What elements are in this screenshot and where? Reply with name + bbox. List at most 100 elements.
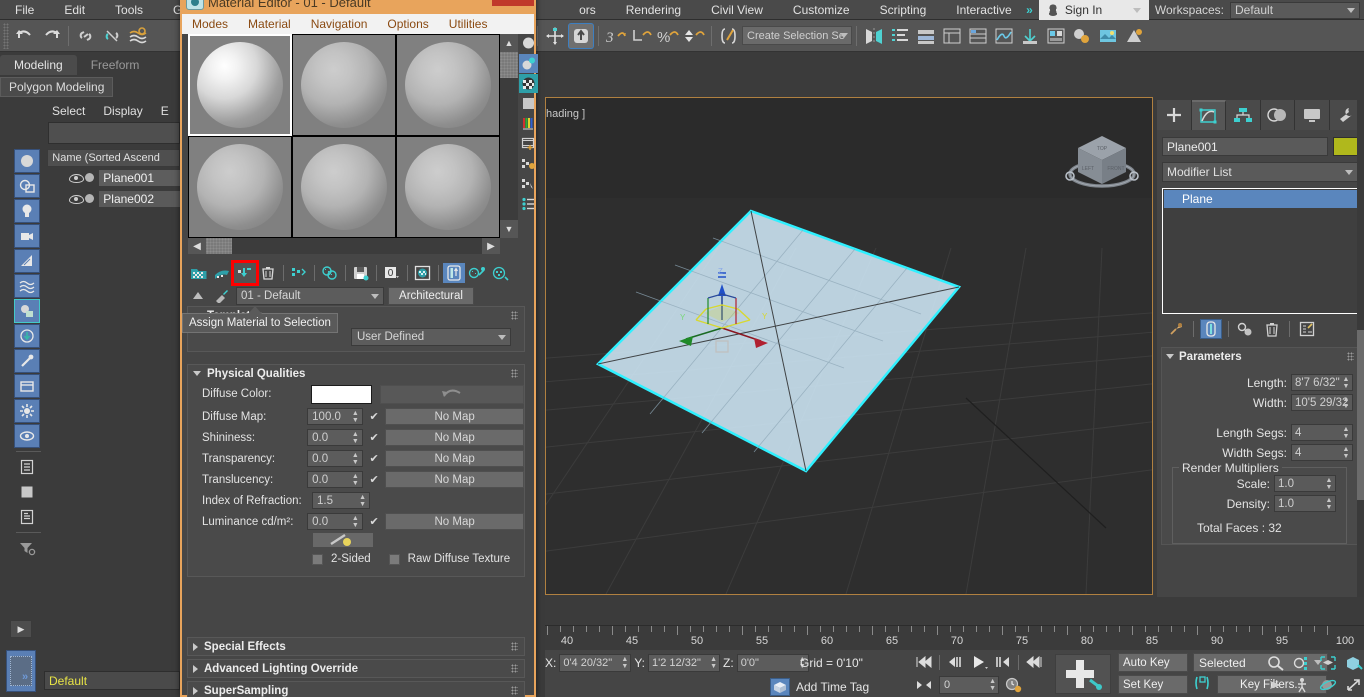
list-item[interactable]: Plane001 bbox=[47, 167, 180, 188]
viewcube[interactable]: TOP LEFT FRONT bbox=[1062, 126, 1142, 198]
spinner-arrows-icon[interactable]: ▲ ▼ bbox=[710, 656, 717, 670]
layers-view-icon[interactable] bbox=[14, 505, 40, 529]
scale-spinner[interactable]: 1.0 ▲ ▼ bbox=[1274, 475, 1336, 492]
list-item[interactable]: Plane002 bbox=[47, 188, 180, 209]
sample-slot-1[interactable] bbox=[188, 34, 292, 136]
angle-snap-toggle-icon[interactable] bbox=[681, 23, 707, 49]
pan-icon[interactable] bbox=[1263, 674, 1289, 696]
physical-qualities-rollup-header[interactable]: Physical Qualities bbox=[188, 365, 524, 382]
remove-modifier-icon[interactable] bbox=[1261, 319, 1283, 339]
modifier-stack-item[interactable]: Plane bbox=[1164, 190, 1357, 208]
menu-file[interactable]: File bbox=[0, 0, 49, 20]
ior-amount[interactable]: 1.5 ▲ ▼ bbox=[312, 492, 370, 509]
spinner-arrows-icon[interactable]: ▲ ▼ bbox=[1325, 477, 1333, 491]
schematic-view-icon[interactable] bbox=[1017, 23, 1043, 49]
set-key-button[interactable] bbox=[1055, 654, 1111, 694]
background-checker-icon[interactable] bbox=[519, 74, 538, 93]
scroll-left-icon[interactable]: ◀ bbox=[188, 238, 206, 254]
make-unique-icon[interactable] bbox=[1235, 319, 1257, 339]
menu-interactive[interactable]: Interactive bbox=[941, 0, 1026, 20]
spinner-arrows-icon[interactable]: ▲ ▼ bbox=[352, 515, 359, 529]
show-end-result-icon[interactable] bbox=[1200, 319, 1222, 339]
helpers-filter-icon[interactable] bbox=[14, 249, 40, 273]
diffuse-map-amount[interactable]: 100.0 ▲ ▼ bbox=[307, 408, 363, 425]
video-color-check-icon[interactable] bbox=[519, 114, 538, 133]
explorer-menu-display[interactable]: Display bbox=[103, 104, 160, 118]
material-effects-channel-icon[interactable]: 0 bbox=[381, 263, 403, 283]
time-configuration-icon[interactable] bbox=[1003, 675, 1025, 695]
reference-coordinate-system-icon[interactable]: 3 bbox=[603, 23, 629, 49]
scroll-up-icon[interactable]: ▲ bbox=[500, 34, 518, 52]
spinner-arrows-icon[interactable]: ▲ ▼ bbox=[989, 678, 996, 692]
material-editor-icon[interactable] bbox=[1069, 23, 1095, 49]
percent-snap-icon[interactable]: % bbox=[655, 23, 681, 49]
auto-key-button[interactable]: Auto Key bbox=[1118, 653, 1188, 672]
funnel-icon[interactable] bbox=[14, 536, 40, 560]
material-editor-titlebar[interactable]: Material Editor - 01 - Default bbox=[182, 0, 534, 14]
modifier-stack[interactable]: Plane bbox=[1162, 188, 1359, 314]
make-preview-icon[interactable] bbox=[519, 134, 538, 153]
shapes-filter-icon[interactable] bbox=[14, 174, 40, 198]
shininess-map-button[interactable]: No Map bbox=[385, 429, 524, 446]
close-icon[interactable] bbox=[492, 0, 534, 6]
workspace-select[interactable]: Default bbox=[1230, 1, 1360, 19]
shininess-amount[interactable]: 0.0 ▲ ▼ bbox=[307, 429, 363, 446]
current-layer-field[interactable]: Default bbox=[44, 671, 180, 690]
select-and-scale-icon[interactable] bbox=[568, 22, 594, 49]
material-name-input[interactable]: 01 - Default bbox=[236, 287, 384, 305]
me-menu-navigation[interactable]: Navigation bbox=[301, 17, 378, 31]
named-selection-set-input[interactable]: Create Selection Se bbox=[742, 26, 852, 45]
bind-to-space-warp-icon[interactable] bbox=[125, 23, 151, 49]
make-unique-icon[interactable] bbox=[319, 263, 341, 283]
y-coordinate-field[interactable]: 1'2 12/32" ▲ ▼ bbox=[648, 654, 721, 672]
select-and-link-icon[interactable] bbox=[73, 23, 99, 49]
object-color-swatch[interactable] bbox=[1333, 137, 1359, 156]
frame-stepper-icon[interactable] bbox=[913, 675, 935, 695]
goto-end-icon[interactable] bbox=[1023, 652, 1045, 672]
width-spinner[interactable]: 10'5 29/32 ▲ ▼ bbox=[1291, 394, 1353, 411]
named-selection-sets-icon[interactable] bbox=[716, 23, 742, 49]
scroll-right-icon[interactable]: ▶ bbox=[482, 238, 500, 254]
perspective-viewport[interactable]: Y Y Z hading ] TOP LEFT FRONT bbox=[545, 97, 1153, 595]
layer-expand-button[interactable]: ▶ bbox=[10, 620, 32, 638]
go-to-parent-icon[interactable] bbox=[466, 263, 488, 283]
width-segs-spinner[interactable]: 4 ▲ ▼ bbox=[1291, 444, 1353, 461]
menu-tools[interactable]: Tools bbox=[100, 0, 158, 20]
go-forward-to-sibling-icon[interactable] bbox=[489, 263, 511, 283]
transparency-checkbox[interactable]: ✔ bbox=[368, 452, 380, 465]
spinner-arrows-icon[interactable]: ▲ ▼ bbox=[1342, 446, 1350, 460]
sample-slot-6[interactable] bbox=[396, 136, 500, 238]
eye-icon[interactable] bbox=[69, 192, 85, 205]
zoom-all-icon[interactable] bbox=[1289, 652, 1315, 674]
luminance-preset-button[interactable] bbox=[312, 532, 374, 548]
ribbon-tab-freeform[interactable]: Freeform bbox=[77, 55, 154, 75]
parameters-rollup-header[interactable]: Parameters bbox=[1162, 348, 1359, 365]
unlink-selection-icon[interactable] bbox=[99, 23, 125, 49]
translucency-amount[interactable]: 0.0 ▲ ▼ bbox=[307, 471, 363, 488]
layer-manager-icon[interactable] bbox=[965, 23, 991, 49]
list-view-icon[interactable] bbox=[14, 455, 40, 479]
sample-slot-4[interactable] bbox=[188, 136, 292, 238]
z-coordinate-field[interactable]: 0'0" ▲ ▼ bbox=[736, 654, 809, 672]
spinner-arrows-icon[interactable]: ▲ ▼ bbox=[1325, 497, 1333, 511]
show-end-result-icon[interactable] bbox=[443, 263, 465, 283]
containers-filter-icon[interactable] bbox=[14, 374, 40, 398]
explorer-menu-select[interactable]: Select bbox=[52, 104, 103, 118]
me-menu-modes[interactable]: Modes bbox=[182, 17, 238, 31]
menu-customize[interactable]: Customize bbox=[778, 0, 865, 20]
redo-icon[interactable] bbox=[38, 23, 64, 49]
supersampling-rollup-header[interactable]: SuperSampling bbox=[188, 682, 524, 697]
slot-vertical-scrollbar[interactable]: ▲ ▼ bbox=[500, 34, 518, 238]
luminance-map-button[interactable]: No Map bbox=[385, 513, 524, 530]
me-menu-material[interactable]: Material bbox=[238, 17, 301, 31]
menu-modifiers[interactable]: ors bbox=[564, 0, 611, 20]
spinner-arrows-icon[interactable]: ▲ ▼ bbox=[1342, 376, 1350, 390]
luminance-amount[interactable]: 0.0 ▲ ▼ bbox=[307, 513, 363, 530]
special-effects-rollup-header[interactable]: Special Effects bbox=[188, 638, 524, 655]
align-icon[interactable] bbox=[887, 23, 913, 49]
orbit-icon[interactable] bbox=[1315, 674, 1341, 696]
layer-thumbnail[interactable] bbox=[6, 650, 36, 692]
scroll-thumb[interactable] bbox=[500, 52, 518, 78]
explorer-column-header[interactable]: Name (Sorted Ascend bbox=[47, 149, 180, 167]
material-editor-window[interactable]: Material Editor - 01 - Default Modes Mat… bbox=[180, 0, 538, 697]
